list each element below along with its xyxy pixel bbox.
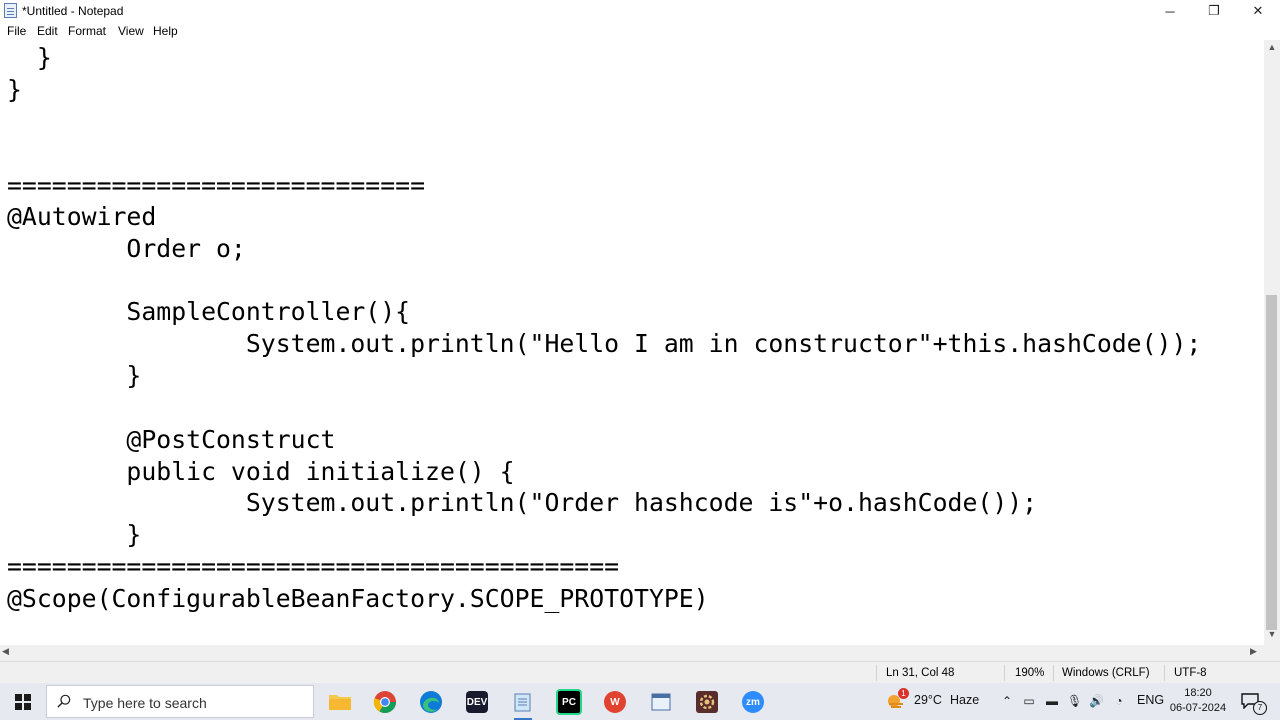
code-line: ============================ <box>7 171 426 200</box>
scroll-right-icon[interactable]: ▶ <box>1250 646 1257 657</box>
dev-icon: DEV <box>466 691 488 713</box>
code-line: } <box>7 361 142 390</box>
status-divider <box>876 665 877 681</box>
start-button[interactable] <box>0 683 46 720</box>
code-line: SampleController(){ <box>7 297 411 326</box>
status-divider <box>1053 665 1054 681</box>
status-divider <box>1004 665 1005 681</box>
taskbar-search[interactable]: Type here to search <box>46 685 314 718</box>
status-bar: Ln 31, Col 48 190% Windows (CRLF) UTF-8 <box>0 661 1280 684</box>
gear-icon <box>696 691 718 713</box>
scroll-up-icon[interactable]: ▲ <box>1264 42 1280 56</box>
menu-view[interactable]: View <box>118 24 144 38</box>
meet-now-icon[interactable]: ▭ <box>1022 694 1036 708</box>
vertical-scrollbar[interactable]: ▲ ▼ <box>1264 40 1280 645</box>
microphone-icon[interactable]: 🎙 <box>1067 694 1082 708</box>
edge-button[interactable] <box>416 687 446 717</box>
weather-desc[interactable]: Haze <box>950 693 979 707</box>
menu-bar: File Edit Format View Help <box>0 22 1280 40</box>
scroll-left-icon[interactable]: ◀ <box>2 646 9 657</box>
status-divider <box>1164 665 1165 681</box>
code-line: System.out.println("Order hashcode is"+o… <box>7 488 1038 517</box>
code-line: @Scope(ConfigurableBeanFactory.SCOPE_PRO… <box>7 584 709 613</box>
dev-tool-button[interactable]: DEV <box>462 687 492 717</box>
title-bar: *Untitled - Notepad ─ ❐ ✕ <box>0 0 1280 22</box>
scroll-corner <box>1264 645 1280 661</box>
volume-icon[interactable]: 🔊 <box>1089 694 1104 708</box>
menu-edit[interactable]: Edit <box>37 24 58 38</box>
code-line: } <box>7 43 52 72</box>
line-ending: Windows (CRLF) <box>1062 667 1150 679</box>
zoom-button[interactable]: zm <box>738 687 768 717</box>
zoom-icon: zm <box>742 691 764 713</box>
weather-temp[interactable]: 29°C <box>914 693 942 707</box>
notification-count: 7 <box>1253 701 1267 715</box>
encoding: UTF-8 <box>1174 667 1207 679</box>
edge-icon <box>420 691 442 713</box>
windows-logo-icon <box>15 693 31 710</box>
clock[interactable]: 18:20 06-07-2024 <box>1168 686 1228 716</box>
language-indicator[interactable]: ENG <box>1137 693 1164 707</box>
restore-button[interactable]: ❐ <box>1192 0 1236 22</box>
pycharm-button[interactable]: PC <box>554 687 584 717</box>
weather-badge: 1 <box>898 688 909 699</box>
chevron-up-icon[interactable]: ⌃ <box>1000 694 1014 708</box>
taskbar: Type here to search DEV PC W zm 1 29°C H… <box>0 683 1280 720</box>
zoom-level: 190% <box>1015 667 1045 679</box>
settings-app-button[interactable] <box>692 687 722 717</box>
wps-office-button[interactable]: W <box>600 687 630 717</box>
search-placeholder: Type here to search <box>83 695 207 711</box>
clock-time: 18:20 <box>1184 687 1212 699</box>
search-icon <box>57 694 71 708</box>
code-line: } <box>7 75 22 104</box>
horizontal-scrollbar[interactable]: ◀ ▶ <box>0 645 1264 661</box>
clock-date: 06-07-2024 <box>1169 702 1227 714</box>
notepad-app-icon <box>514 693 531 712</box>
text-editor[interactable]: } } ============================ @Autowi… <box>0 40 1264 645</box>
code-line: public void initialize() { <box>7 457 515 486</box>
notepad-taskbar-button[interactable] <box>508 687 538 720</box>
minimize-icon: ─ <box>1165 3 1175 19</box>
pycharm-icon: PC <box>556 689 582 715</box>
window-app-button[interactable] <box>646 687 676 717</box>
chrome-button[interactable] <box>370 687 400 717</box>
file-explorer-button[interactable] <box>325 687 355 717</box>
menu-help[interactable]: Help <box>153 24 178 38</box>
scroll-thumb[interactable] <box>1266 295 1277 630</box>
minimize-button[interactable]: ─ <box>1148 0 1192 22</box>
code-line: Order o; <box>7 234 246 263</box>
wifi-icon[interactable]: ◔ <box>1112 694 1126 708</box>
notepad-icon <box>4 3 17 18</box>
folder-icon <box>329 695 351 710</box>
code-line: ========================================… <box>7 552 620 581</box>
code-line: @PostConstruct <box>7 425 336 454</box>
restore-icon: ❐ <box>1208 3 1220 18</box>
window-title: *Untitled - Notepad <box>22 4 124 18</box>
close-button[interactable]: ✕ <box>1236 0 1280 22</box>
wps-icon: W <box>604 691 626 713</box>
chrome-icon <box>373 691 396 713</box>
battery-icon[interactable]: ▬ <box>1045 694 1059 708</box>
cursor-position: Ln 31, Col 48 <box>886 667 955 679</box>
menu-format[interactable]: Format <box>68 24 106 38</box>
code-line: @Autowired <box>7 202 157 231</box>
scroll-down-icon[interactable]: ▼ <box>1264 629 1280 643</box>
code-line: System.out.println("Hello I am in constr… <box>7 329 1202 358</box>
window-app-icon <box>651 693 671 711</box>
close-icon: ✕ <box>1252 3 1264 18</box>
menu-file[interactable]: File <box>7 24 26 38</box>
code-line: } <box>7 520 142 549</box>
